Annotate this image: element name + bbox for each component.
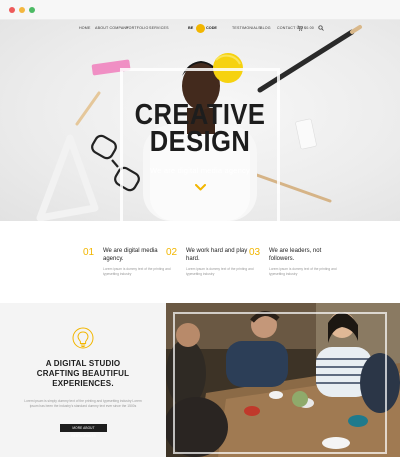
feature-title: We work hard and play hard. <box>186 248 248 262</box>
feature-text: Lorem ipsum is dummy text of the printin… <box>269 267 337 276</box>
main-nav: HOME ABOUT COMPANY PORTFOLIO SERVICES BE… <box>0 20 400 37</box>
feature-text: Lorem ipsum is dummy text of the printin… <box>103 267 171 276</box>
more-about-button[interactable]: MORE ABOUT RESTAURANTS <box>60 424 107 438</box>
studio-title-line2: CRAFTING BEAUTIFUL <box>36 369 130 378</box>
nav-testimonials[interactable]: TESTIMONIALS <box>232 26 261 30</box>
hero-title: CREATIVE DESIGN <box>24 99 376 158</box>
maximize-window-button[interactable] <box>29 7 35 13</box>
nav-portfolio[interactable]: PORTFOLIO <box>126 26 149 30</box>
feature-title: We are leaders, not followers. <box>269 248 322 262</box>
nav-home[interactable]: HOME <box>79 26 91 30</box>
hero-section: HOME ABOUT COMPANY PORTFOLIO SERVICES BE… <box>0 20 400 221</box>
browser-titlebar <box>0 0 400 20</box>
cart-total[interactable]: $0.00 <box>304 26 314 30</box>
team-photo <box>166 303 400 457</box>
cart-icon[interactable] <box>297 25 303 31</box>
studio-title-line1: A DIGITAL STUDIO <box>45 359 121 368</box>
studio-title: A DIGITAL STUDIO CRAFTING BEAUTIFUL EXPE… <box>0 359 166 389</box>
hero-title-line2: DESIGN <box>149 126 251 158</box>
feature-number: 01 <box>83 247 95 258</box>
hero-title-line1: CREATIVE <box>134 99 266 131</box>
nav-about[interactable]: ABOUT COMPANY <box>95 26 129 30</box>
nav-blog[interactable]: BLOG <box>260 26 271 30</box>
team-photo-illustration <box>166 303 400 457</box>
webpage: HOME ABOUT COMPANY PORTFOLIO SERVICES BE… <box>0 20 400 457</box>
feature-number: 02 <box>166 247 178 258</box>
feature-text: Lorem ipsum is dummy text of the printin… <box>186 267 254 276</box>
features-section: 01 We are digital media agency. Lorem ip… <box>0 221 400 303</box>
studio-section: A DIGITAL STUDIO CRAFTING BEAUTIFUL EXPE… <box>0 303 166 457</box>
feature-number: 03 <box>249 247 261 258</box>
hero-subtitle: We are digital media agency <box>150 166 250 175</box>
minimize-window-button[interactable] <box>19 7 25 13</box>
search-icon[interactable] <box>318 25 324 31</box>
chevron-down-icon[interactable] <box>195 184 206 191</box>
studio-text: Lorem ipsum is simply dummy text of the … <box>24 399 142 408</box>
logo-circle <box>196 24 205 33</box>
logo-text-right: CODE <box>206 26 217 31</box>
feature-title: We are digital media agency. <box>103 248 158 262</box>
studio-title-line3: EXPERIENCES. <box>52 379 114 388</box>
logo-text-left: BE <box>188 26 194 31</box>
nav-services[interactable]: SERVICES <box>149 26 169 30</box>
site-logo[interactable]: BE CODE <box>188 24 217 33</box>
close-window-button[interactable] <box>9 7 15 13</box>
lightbulb-icon <box>72 327 94 349</box>
